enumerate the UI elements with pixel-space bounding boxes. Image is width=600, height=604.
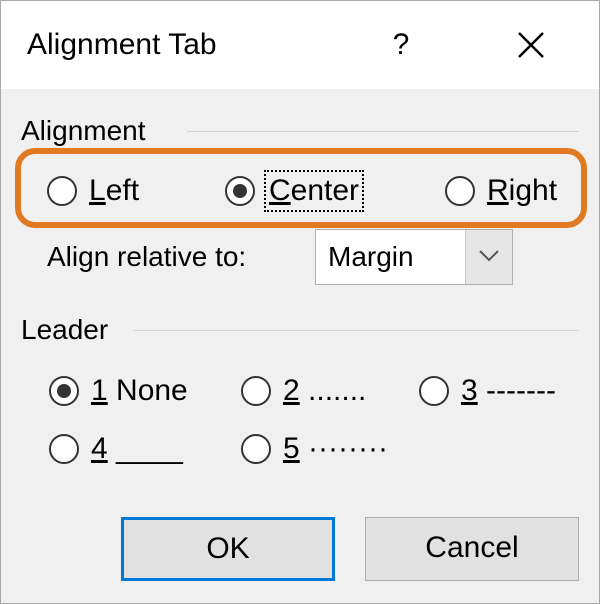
radio-button-leader-5[interactable] bbox=[241, 434, 271, 464]
help-button[interactable]: ? bbox=[373, 19, 429, 71]
align-relative-select[interactable]: Margin bbox=[315, 229, 513, 285]
leader-group-divider bbox=[133, 330, 579, 331]
radio-label-leader-2: 2 ....... bbox=[283, 374, 367, 407]
radio-button-leader-4[interactable] bbox=[49, 434, 79, 464]
radio-button-leader-1[interactable] bbox=[49, 376, 79, 406]
radio-label-leader-3: 3 ------- bbox=[461, 374, 556, 407]
dialog-title: Alignment Tab bbox=[27, 28, 217, 61]
align-relative-label: Align relative to: bbox=[47, 241, 247, 272]
align-relative-dropdown-button[interactable] bbox=[465, 230, 512, 284]
radio-label-leader-1: 1 None bbox=[91, 374, 188, 407]
alignment-tab-dialog: Alignment Tab ? Alignment Left Center Ri… bbox=[0, 0, 600, 604]
ok-button[interactable]: OK bbox=[121, 517, 335, 581]
title-bar: Alignment Tab ? bbox=[1, 1, 599, 89]
radio-button-leader-3[interactable] bbox=[419, 376, 449, 406]
alignment-group-label: Alignment bbox=[21, 114, 146, 148]
radio-leader-3[interactable]: 3 ------- bbox=[419, 373, 556, 409]
close-icon bbox=[518, 32, 544, 58]
close-button[interactable] bbox=[501, 19, 561, 71]
radio-label-leader-5: 5 ········ bbox=[283, 432, 388, 465]
leader-group-label: Leader bbox=[21, 313, 109, 347]
alignment-highlight-box bbox=[15, 148, 587, 228]
radio-label-leader-4: 4 ____ bbox=[91, 432, 183, 465]
radio-leader-5[interactable]: 5 ········ bbox=[241, 431, 388, 467]
alignment-group-divider bbox=[187, 131, 579, 132]
align-relative-value: Margin bbox=[328, 241, 414, 272]
radio-leader-1[interactable]: 1 None bbox=[49, 373, 188, 409]
chevron-down-icon bbox=[479, 250, 499, 262]
radio-button-leader-2[interactable] bbox=[241, 376, 271, 406]
radio-leader-2[interactable]: 2 ....... bbox=[241, 373, 366, 409]
radio-leader-4[interactable]: 4 ____ bbox=[49, 431, 183, 467]
cancel-button[interactable]: Cancel bbox=[365, 517, 579, 581]
